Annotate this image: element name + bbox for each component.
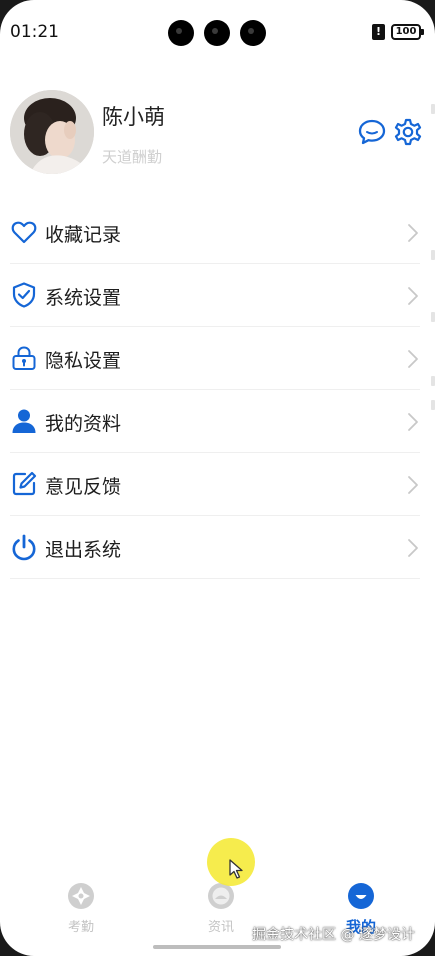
watermark-text: 掘金技术社区 @ 逐梦设计 xyxy=(252,927,415,943)
profile-tab-icon xyxy=(348,883,374,909)
shield-check-icon xyxy=(12,282,36,308)
edge-hint xyxy=(431,312,435,322)
menu-item-feedback[interactable]: 意见反馈 xyxy=(10,453,420,516)
home-indicator[interactable] xyxy=(153,945,281,949)
tab-label: 资讯 xyxy=(207,920,234,935)
status-time: 01:21 xyxy=(10,22,59,42)
chevron-right-icon xyxy=(408,413,418,431)
tab-attendance[interactable]: 考勤 xyxy=(51,882,111,942)
battery-icon: 100 xyxy=(391,24,424,40)
gear-icon[interactable] xyxy=(393,117,423,147)
edge-hint xyxy=(431,376,435,386)
chevron-right-icon xyxy=(408,350,418,368)
edit-icon xyxy=(12,471,37,496)
camera-dot-icon xyxy=(204,20,230,46)
heart-icon xyxy=(11,221,37,244)
person-icon xyxy=(12,409,36,433)
menu-item-label: 系统设置 xyxy=(45,287,122,309)
menu-item-system-settings[interactable]: 系统设置 xyxy=(10,264,420,327)
chevron-right-icon xyxy=(408,224,418,242)
news-icon xyxy=(208,883,234,909)
edge-hint xyxy=(431,250,435,260)
menu-item-label: 收藏记录 xyxy=(45,224,122,246)
cursor-icon xyxy=(229,859,243,879)
menu-item-logout[interactable]: 退出系统 xyxy=(10,516,420,579)
avatar[interactable] xyxy=(10,90,94,174)
status-indicators: ! 100 xyxy=(372,24,424,40)
camera-dot-icon xyxy=(240,20,266,46)
chevron-right-icon xyxy=(408,539,418,557)
phone-screen: 01:21 ! 100 陈小萌 天道酬勤 收藏记录 系统设置 隐私设置 我的资料… xyxy=(0,0,435,956)
notification-icon: ! xyxy=(372,24,385,40)
profile-signature: 天道酬勤 xyxy=(102,148,163,166)
menu-item-label: 隐私设置 xyxy=(45,350,122,372)
edge-hint xyxy=(431,400,435,410)
chevron-right-icon xyxy=(408,287,418,305)
profile-name: 陈小萌 xyxy=(102,105,165,129)
attendance-icon xyxy=(68,883,94,909)
edge-hint xyxy=(431,104,435,114)
power-icon xyxy=(12,534,36,561)
settings-menu: 收藏记录 系统设置 隐私设置 我的资料 意见反馈 退出系统 xyxy=(0,201,420,579)
menu-item-favorites[interactable]: 收藏记录 xyxy=(10,201,420,264)
chevron-right-icon xyxy=(408,476,418,494)
camera-dot-icon xyxy=(168,20,194,46)
message-icon[interactable] xyxy=(357,117,387,147)
tab-news[interactable]: 资讯 xyxy=(191,882,251,942)
menu-item-label: 我的资料 xyxy=(45,413,122,435)
menu-item-privacy[interactable]: 隐私设置 xyxy=(10,327,420,390)
status-bar: 01:21 ! 100 xyxy=(0,0,435,62)
menu-item-my-profile[interactable]: 我的资料 xyxy=(10,390,420,453)
menu-item-label: 意见反馈 xyxy=(45,476,122,498)
menu-item-label: 退出系统 xyxy=(45,539,122,561)
tab-label: 考勤 xyxy=(67,920,94,935)
lock-icon xyxy=(12,346,36,370)
